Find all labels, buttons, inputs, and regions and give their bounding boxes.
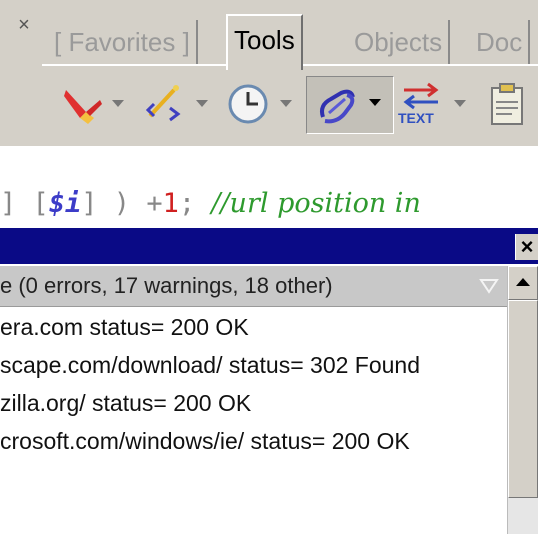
log-line[interactable]: zilla.org/ status= 200 OK [0, 384, 508, 422]
log-line[interactable]: crosoft.com/windows/ie/ status= 200 OK [0, 422, 508, 460]
code-prefix: ] [ [0, 188, 49, 219]
code-variable: $i [48, 188, 82, 219]
tag-dropdown-arrow[interactable] [196, 100, 208, 107]
summary-text: e (0 errors, 17 warnings, 18 other) [0, 273, 333, 298]
text-convert-tool[interactable]: TEXT [398, 78, 474, 132]
code-semicolon: ; [178, 188, 212, 219]
clipboard-icon [484, 80, 528, 128]
code-line: ] [$i] ) +1; //url position in [0, 184, 538, 224]
scroll-thumb[interactable] [508, 300, 538, 498]
highlighter-icon [60, 82, 104, 126]
clock-icon [226, 82, 272, 126]
code-number: 1 [162, 188, 179, 219]
output-close-button[interactable]: × [515, 234, 538, 260]
log-line[interactable]: era.com status= 200 OK [0, 308, 508, 346]
filter-dropdown-icon[interactable] [478, 276, 500, 296]
code-mid: ] ) + [81, 188, 163, 219]
vertical-scrollbar[interactable] [507, 266, 538, 534]
toolbar-panel: × [ Favorites ] Tools Objects Doc TEXT [0, 0, 538, 146]
tab-strip: [ Favorites ] Tools Objects Doc [40, 14, 538, 70]
tag-wand-icon [144, 82, 188, 126]
clock-dropdown-arrow[interactable] [280, 100, 292, 107]
text-convert-caption: TEXT [398, 110, 434, 126]
scroll-up-button[interactable] [508, 266, 538, 300]
page: × [ Favorites ] Tools Objects Doc TEXT]… [0, 0, 538, 534]
tab-favorites[interactable]: [ Favorites ] [48, 20, 198, 64]
scroll-up-arrow-icon [516, 278, 530, 286]
output-panel: × e (0 errors, 17 warnings, 18 other) er… [0, 228, 538, 534]
toolbar-close-button[interactable]: × [12, 14, 36, 36]
link-dropdown-arrow[interactable] [369, 99, 381, 106]
tab-doc[interactable]: Doc [470, 20, 531, 64]
summary-bar: e (0 errors, 17 warnings, 18 other) [0, 266, 508, 307]
highlighter-tool[interactable] [56, 78, 132, 132]
link-icon [315, 83, 359, 127]
output-title-bar: × [0, 228, 538, 264]
link-tool[interactable] [306, 76, 394, 134]
tool-row: TEXT [42, 64, 538, 142]
highlighter-dropdown-arrow[interactable] [112, 100, 124, 107]
clock-tool[interactable] [224, 78, 300, 132]
tab-tools[interactable]: Tools [226, 14, 303, 70]
tab-objects[interactable]: Objects [348, 20, 451, 64]
clipboard-tool[interactable] [482, 78, 538, 132]
log-list: era.com status= 200 OK scape.com/downloa… [0, 308, 508, 534]
text-convert-dropdown-arrow[interactable] [454, 100, 466, 107]
log-line[interactable]: scape.com/download/ status= 302 Found [0, 346, 508, 384]
tag-tool[interactable] [140, 78, 216, 132]
code-comment: //url position in [211, 188, 421, 219]
